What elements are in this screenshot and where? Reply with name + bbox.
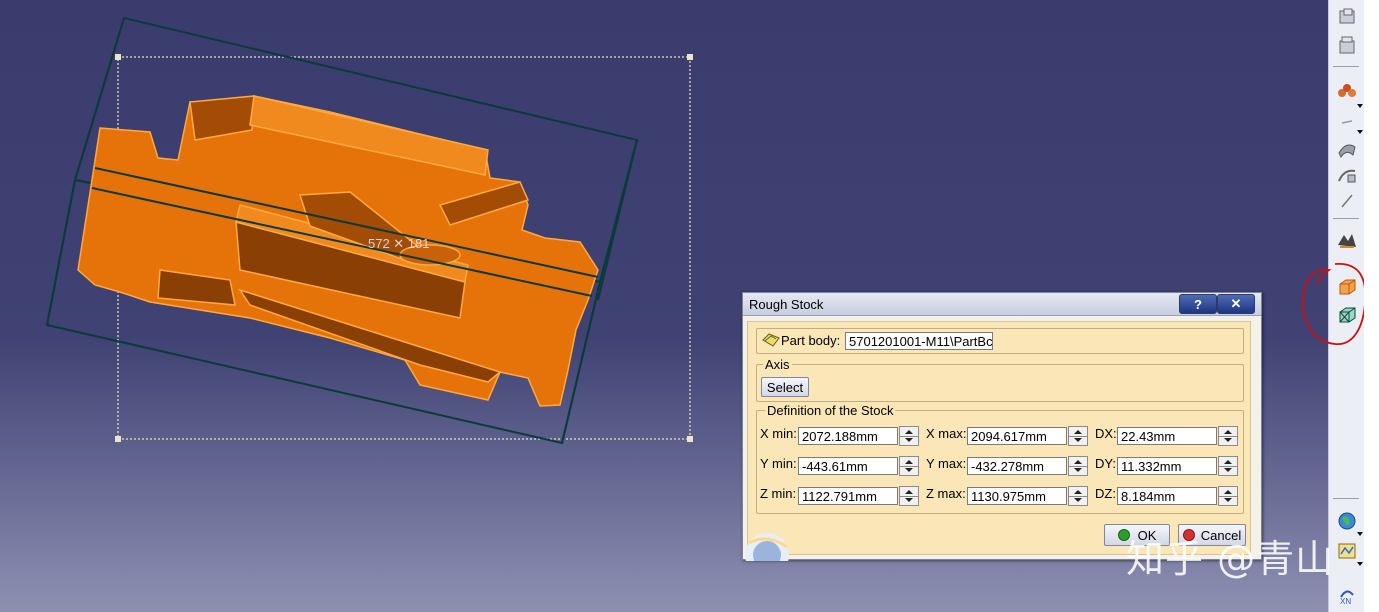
z-min-label: Z min: xyxy=(760,486,797,501)
bbox-handle xyxy=(687,54,693,60)
help-button[interactable]: ? xyxy=(1179,294,1217,314)
axis-legend: Axis xyxy=(763,357,792,372)
dialog-titlebar[interactable]: Rough Stock ? ✕ xyxy=(743,293,1261,316)
y-max-field[interactable]: -432.278mm xyxy=(967,457,1067,475)
x-min-label: X min: xyxy=(760,426,797,441)
toolbar-separator xyxy=(1333,218,1359,219)
annotation-circle xyxy=(1301,263,1367,345)
dy-label: DY: xyxy=(1095,456,1116,471)
chevron-down-icon[interactable] xyxy=(1357,130,1363,134)
z-max-spinner[interactable] xyxy=(1068,486,1088,506)
right-toolbar: XN xyxy=(1301,0,1367,612)
globe-icon[interactable] xyxy=(1335,510,1359,532)
right-margin xyxy=(1364,0,1379,612)
tool-cluster-icon[interactable] xyxy=(1335,80,1359,102)
z-min-spinner[interactable] xyxy=(899,486,919,506)
y-min-spinner[interactable] xyxy=(899,456,919,476)
part-bottom-icon[interactable] xyxy=(1335,34,1359,56)
dialog-title: Rough Stock xyxy=(749,297,824,312)
diagonal-icon[interactable] xyxy=(1335,190,1359,212)
small-line-icon[interactable] xyxy=(1335,112,1359,134)
x-min-field[interactable]: 2072.188mm xyxy=(798,427,898,445)
x-max-field[interactable]: 2094.617mm xyxy=(967,427,1067,445)
part-body xyxy=(77,95,599,407)
curve-icon[interactable] xyxy=(1335,164,1359,186)
watermark-text: 知乎 @青山 xyxy=(1126,537,1335,581)
select-button[interactable]: Select xyxy=(761,377,809,397)
chevron-down-icon[interactable] xyxy=(1357,532,1363,536)
dy-field[interactable]: 11.332mm xyxy=(1117,457,1217,475)
bbox-handle xyxy=(687,436,693,442)
dialog-body: Part body: 5701201001-M11\PartBc Axis Se… xyxy=(747,321,1251,555)
rough-stock-dialog: Rough Stock ? ✕ Part body: 5701201001-M1… xyxy=(742,292,1262,561)
bbox-handle xyxy=(115,54,121,60)
model-dimension-label: 572 ✕ 181 xyxy=(368,236,430,251)
y-min-label: Y min: xyxy=(760,456,797,471)
close-button[interactable]: ✕ xyxy=(1217,294,1255,314)
part-body-icon xyxy=(761,332,781,351)
dy-spinner[interactable] xyxy=(1218,456,1238,476)
wave-tool-icon[interactable] xyxy=(1335,230,1359,252)
axis-icon[interactable]: XN xyxy=(1335,584,1359,606)
catia-globe-icon xyxy=(743,521,803,561)
part-body-label: Part body: xyxy=(781,333,841,348)
y-max-label: Y max: xyxy=(926,456,967,471)
part-body-field[interactable]: 5701201001-M11\PartBc xyxy=(845,332,993,350)
axis-frame: Axis Select xyxy=(756,357,1244,402)
definition-frame: Definition of the Stock X min: 2072.188m… xyxy=(756,403,1244,514)
dz-label: DZ: xyxy=(1095,486,1116,501)
dx-field[interactable]: 22.43mm xyxy=(1117,427,1217,445)
part-top-icon[interactable] xyxy=(1335,6,1359,28)
map-icon[interactable] xyxy=(1335,540,1359,562)
part-body-frame: Part body: 5701201001-M11\PartBc xyxy=(756,328,1244,354)
x-min-spinner[interactable] xyxy=(899,426,919,446)
x-max-label: X max: xyxy=(926,426,967,441)
toolbar-separator xyxy=(1333,498,1359,499)
bbox-handle xyxy=(115,436,121,442)
chevron-down-icon[interactable] xyxy=(1357,562,1363,566)
z-min-field[interactable]: 1122.791mm xyxy=(798,487,898,505)
z-max-label: Z max: xyxy=(926,486,966,501)
dz-field[interactable]: 8.184mm xyxy=(1117,487,1217,505)
y-max-spinner[interactable] xyxy=(1068,456,1088,476)
axis-icon-label: XN xyxy=(1340,597,1351,605)
surface-icon[interactable] xyxy=(1335,138,1359,160)
x-max-spinner[interactable] xyxy=(1068,426,1088,446)
dx-spinner[interactable] xyxy=(1218,426,1238,446)
toolbar-separator xyxy=(1333,66,1359,67)
definition-legend: Definition of the Stock xyxy=(765,403,896,418)
dz-spinner[interactable] xyxy=(1218,486,1238,506)
y-min-field[interactable]: -443.61mm xyxy=(798,457,898,475)
z-max-field[interactable]: 1130.975mm xyxy=(967,487,1067,505)
dx-label: DX: xyxy=(1095,426,1117,441)
chevron-down-icon[interactable] xyxy=(1357,104,1363,108)
